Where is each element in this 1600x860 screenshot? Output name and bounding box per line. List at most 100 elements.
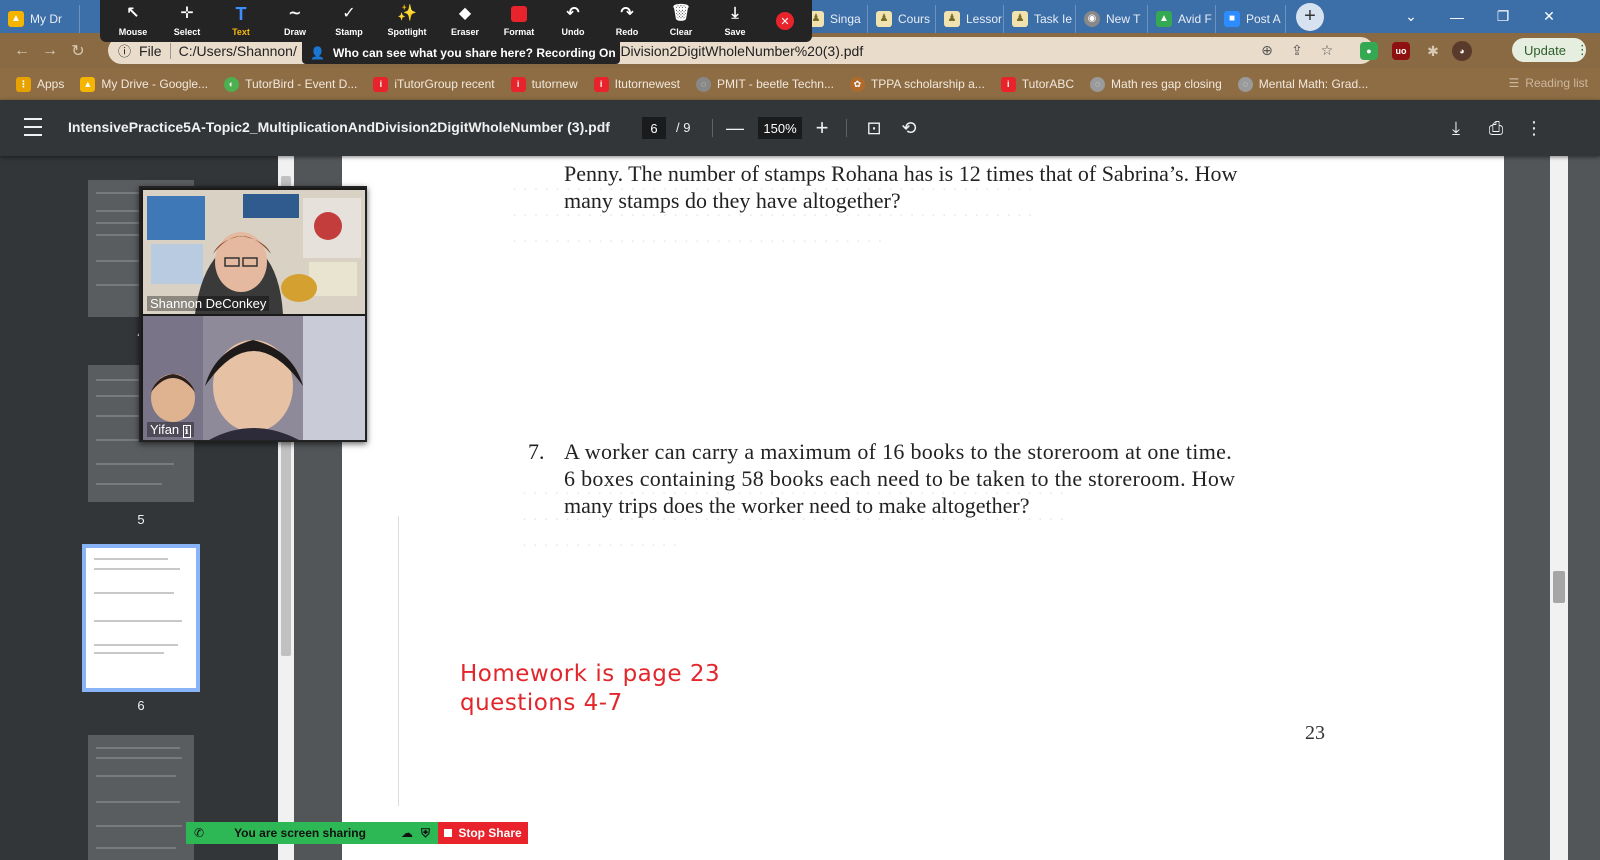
zoom-icon: ■ — [1224, 10, 1240, 27]
close-annotation-icon[interactable]: ✕ — [776, 12, 794, 30]
reload-icon[interactable]: ↻ — [64, 37, 92, 65]
video-tile-teacher[interactable]: Shannon DeConkey — [143, 190, 365, 314]
zoom-in-icon[interactable]: + — [810, 115, 834, 140]
download-icon[interactable]: ⤓ — [1444, 116, 1468, 140]
tool-save[interactable]: ⤓ Save — [708, 0, 762, 42]
tool-draw[interactable]: ∼ Draw — [268, 0, 322, 42]
print-icon[interactable]: ⎙ — [1484, 116, 1508, 140]
main-scrollbar[interactable] — [1550, 156, 1568, 860]
page-thumbnail[interactable] — [88, 735, 194, 860]
video-tile-student[interactable]: Yifan ℹ — [143, 316, 365, 440]
bookmark-item[interactable]: ⋮ Apps — [8, 76, 72, 92]
avatar[interactable]: ◕ — [1452, 41, 1472, 61]
browser-tab[interactable]: ▲ Avid F — [1148, 4, 1216, 33]
tool-redo[interactable]: ↷ Redo — [600, 0, 654, 42]
zoom-level-input[interactable]: 150% — [758, 117, 802, 139]
tool-eraser[interactable]: ◆ Eraser — [438, 0, 492, 42]
globe-icon: ◌ — [1237, 76, 1253, 92]
bookmark-item[interactable]: i Itutornewest — [586, 76, 688, 92]
tool-select[interactable]: ✛ Select — [160, 0, 214, 42]
tppa-icon: ✿ — [849, 76, 865, 92]
itutor-icon: i — [1000, 76, 1016, 92]
reading-list-button[interactable]: ☰ Reading list — [1509, 76, 1588, 90]
tool-mouse[interactable]: ↖ Mouse — [106, 0, 160, 42]
itutor-icon: i — [373, 76, 389, 92]
bookmark-star-icon[interactable]: ☆ — [1318, 41, 1336, 59]
tool-spotlight[interactable]: ✨ Spotlight — [376, 0, 438, 42]
pdf-page: · · · · · · · · · · · · · · · · · · · · … — [342, 156, 1504, 860]
main-scrollbar-thumb[interactable] — [1553, 571, 1565, 603]
participant-name: Shannon DeConkey — [147, 296, 270, 311]
participant-name: Yifan ℹ — [147, 422, 194, 438]
rotate-icon[interactable]: ⟲ — [897, 116, 921, 140]
undo-icon: ↶ — [566, 4, 580, 22]
extension-icon[interactable]: ● — [1360, 42, 1378, 60]
redo-icon: ↷ — [620, 4, 634, 22]
annotation-toolbar: ↖ Mouse ✛ Select T Text ∼ Draw ✓ Stamp ✨ Spotl… — [100, 0, 812, 42]
bookmark-item[interactable]: i iTutorGroup recent — [365, 76, 502, 92]
extensions-puzzle-icon[interactable]: ✱ — [1424, 42, 1442, 60]
minimize-icon[interactable]: — — [1434, 0, 1480, 33]
stop-share-button[interactable]: Stop Share — [438, 822, 528, 844]
ublock-icon[interactable]: uo — [1392, 42, 1410, 60]
tool-format[interactable]: Format — [492, 0, 546, 42]
update-button[interactable]: Update ⋮ — [1512, 38, 1589, 62]
back-icon[interactable]: ← — [8, 37, 36, 65]
bookmark-item[interactable]: ◐ TutorBird - Event D... — [216, 76, 365, 92]
browser-tab[interactable]: ♟ Lessor — [936, 4, 1004, 33]
tab-search-icon[interactable]: ⌄ — [1388, 0, 1434, 33]
format-color-icon — [511, 5, 527, 24]
bookmark-item[interactable]: ◌ PMIT - beetle Techn... — [688, 76, 842, 92]
share-icon[interactable]: ⇪ — [1288, 41, 1306, 59]
browser-tab[interactable]: ♟ Task Ie — [1004, 4, 1076, 33]
page-thumbnail-active[interactable] — [82, 544, 200, 692]
close-window-icon[interactable]: ✕ — [1526, 0, 1572, 33]
thumbnail-label: 5 — [137, 512, 145, 527]
tool-clear[interactable]: 🗑 Clear — [654, 0, 708, 42]
fit-page-icon[interactable]: ⊡ — [862, 116, 886, 140]
pdf-toolbar: IntensivePractice5A-Topic2_Multiplicatio… — [0, 100, 1600, 156]
homework-annotation[interactable]: Homework is page 23 questions 4-7 — [460, 660, 720, 718]
globe-icon: ◌ — [1090, 76, 1106, 92]
zoom-lens-icon[interactable]: ⊕ — [1258, 41, 1276, 59]
bookmark-item[interactable]: ◌ Mental Math: Grad... — [1230, 76, 1376, 92]
browser-tab[interactable]: ◉ New T — [1076, 4, 1148, 33]
tool-stamp[interactable]: ✓ Stamp — [322, 0, 376, 42]
page-total: / 9 — [676, 120, 691, 135]
checkmark-icon: ✓ — [342, 4, 356, 22]
page-number-input[interactable]: 6 — [642, 117, 666, 139]
printed-page-number: 23 — [1305, 722, 1325, 744]
question-6-line: many stamps do they have altogether? — [564, 188, 901, 213]
bookmark-item[interactable]: i TutorABC — [993, 76, 1082, 92]
question-7-line: A worker can carry a maximum of 16 books… — [564, 439, 1232, 464]
chrome-icon: ◉ — [1084, 10, 1100, 27]
restore-icon[interactable]: ❐ — [1480, 0, 1526, 33]
browser-tab[interactable]: ■ Post A — [1216, 4, 1286, 33]
kebab-menu-icon: ⋮ — [1575, 42, 1589, 57]
bookmark-item[interactable]: ◌ Math res gap closing — [1082, 76, 1230, 92]
shield-icon: ⛨ — [420, 825, 430, 840]
video-panel[interactable]: Shannon DeConkey Yifan ℹ — [139, 186, 367, 442]
itutor-icon: i — [510, 76, 526, 92]
bookmark-item[interactable]: ▲ My Drive - Google... — [72, 76, 216, 92]
recording-banner: 👤 Who can see what you share here? Recor… — [302, 42, 620, 64]
tool-text[interactable]: T Text — [214, 0, 268, 42]
google-drive-icon: ▲ — [1156, 10, 1172, 27]
browser-tab[interactable]: ▲ My Dr — [0, 4, 80, 33]
itutor-icon: i — [593, 76, 609, 92]
forward-icon[interactable]: → — [36, 37, 64, 65]
bookmark-item[interactable]: i tutornew — [503, 76, 586, 92]
people-icon: 👤 — [310, 46, 325, 60]
cursor-icon: ↖ — [126, 4, 140, 22]
browser-tab[interactable]: ♟ Cours — [868, 4, 936, 33]
more-options-icon[interactable]: ⋮ — [1522, 116, 1546, 140]
apps-grid-icon: ⋮ — [16, 76, 31, 92]
move-icon: ✛ — [180, 4, 194, 22]
reading-list-icon: ☰ — [1508, 76, 1520, 90]
share-status[interactable]: ✆ You are screen sharing ☁ ⛨ — [186, 822, 438, 844]
zoom-out-icon[interactable]: — — [723, 116, 747, 140]
new-tab-button[interactable]: + — [1296, 2, 1324, 31]
tool-undo[interactable]: ↶ Undo — [546, 0, 600, 42]
bookmark-item[interactable]: ✿ TPPA scholarship a... — [842, 76, 993, 92]
menu-icon[interactable] — [24, 118, 42, 136]
